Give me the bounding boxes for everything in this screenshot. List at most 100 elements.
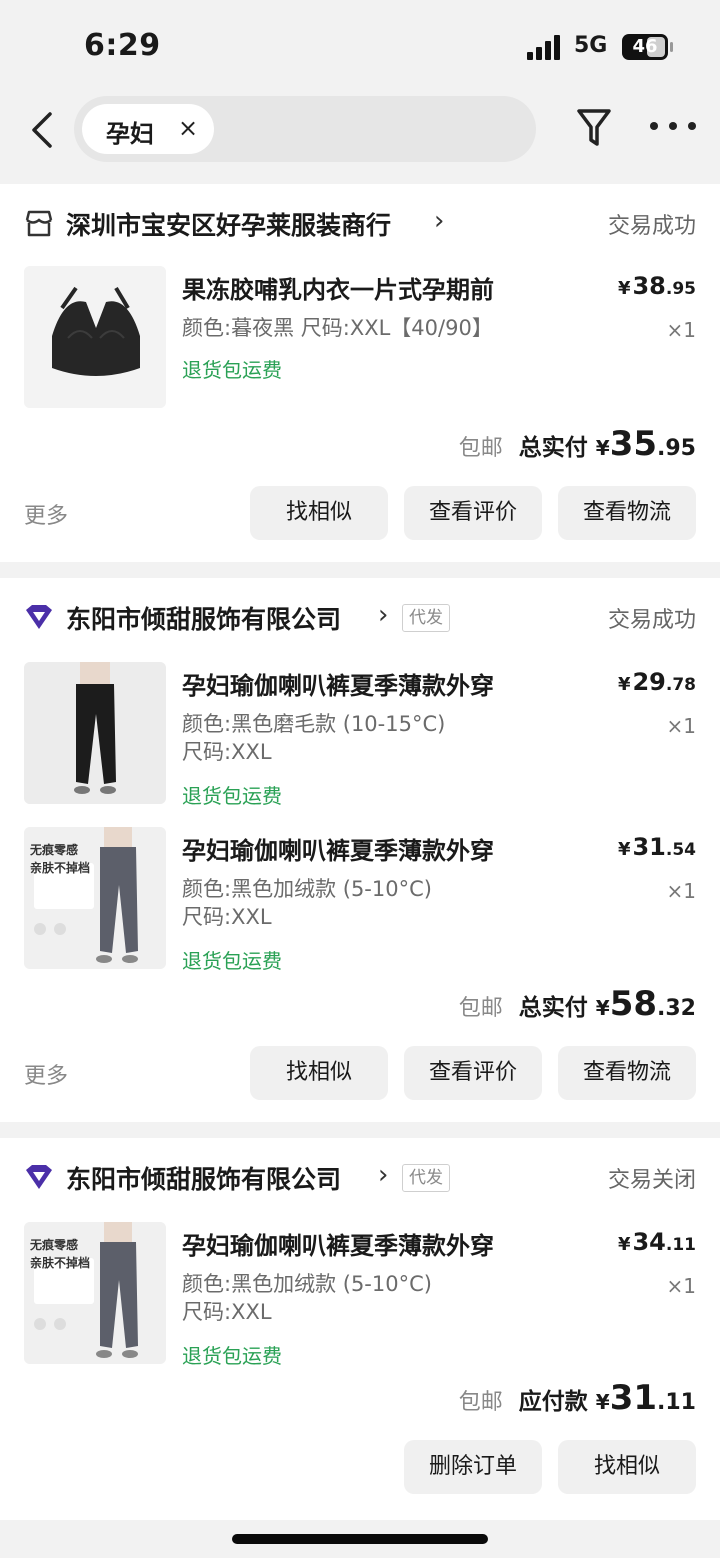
- item-quantity: ×1: [666, 879, 696, 903]
- order-total: 包邮 总实付 ¥35.95: [459, 424, 696, 464]
- chevron-right-icon: ›: [378, 1160, 389, 1190]
- view-review-button[interactable]: 查看评价: [404, 1046, 542, 1100]
- total-label: 总实付: [518, 995, 588, 1021]
- product-spec: 颜色:黑色磨毛款 (10-15°C): [182, 712, 446, 736]
- more-actions-link[interactable]: 更多: [24, 1058, 68, 1090]
- total-currency: ¥: [595, 996, 610, 1020]
- item-price: ¥34.11: [617, 1228, 696, 1256]
- view-logistics-button[interactable]: 查看物流: [558, 486, 696, 540]
- free-shipping-label: 包邮: [458, 1390, 503, 1415]
- find-similar-button[interactable]: 找相似: [558, 1440, 696, 1494]
- product-spec: 颜色:暮夜黑 尺码:XXL【40/90】: [182, 316, 493, 340]
- total-decimal: .11: [657, 1390, 696, 1415]
- find-similar-button[interactable]: 找相似: [250, 486, 388, 540]
- refund-shipping-tag: 退货包运费: [182, 949, 282, 973]
- refund-shipping-tag: 退货包运费: [182, 784, 282, 808]
- back-arrow-icon[interactable]: [28, 110, 58, 150]
- order-card: 深圳市宝安区好孕莱服装商行 › 交易成功 果冻胶哺乳内衣一片式孕期前 颜色:暮夜…: [0, 184, 720, 562]
- filter-icon[interactable]: [576, 106, 612, 150]
- find-similar-button[interactable]: 找相似: [250, 1046, 388, 1100]
- product-image-black-pants: [24, 662, 166, 804]
- battery-tip: [670, 42, 673, 52]
- item-price: ¥31.54: [617, 833, 696, 861]
- view-review-button[interactable]: 查看评价: [404, 486, 542, 540]
- total-currency: ¥: [595, 1390, 610, 1414]
- shop-header[interactable]: 深圳市宝安区好孕莱服装商行 › 交易成功: [0, 184, 720, 264]
- search-keyword-chip[interactable]: 孕妇 ×: [82, 104, 214, 154]
- free-shipping-label: 包邮: [458, 996, 503, 1021]
- product-spec: 颜色:黑色加绒款 (5-10°C): [182, 1272, 432, 1296]
- shop-header[interactable]: 东阳市倾甜服饰有限公司 › 代发 交易关闭: [0, 1138, 720, 1218]
- search-input[interactable]: 孕妇 ×: [74, 96, 536, 162]
- product-image-bra: [24, 266, 166, 408]
- more-options-icon[interactable]: [650, 122, 696, 132]
- item-price: ¥38.95: [617, 272, 696, 300]
- item-quantity: ×1: [666, 318, 696, 342]
- tmall-diamond-icon: [26, 1165, 52, 1189]
- chevron-right-icon: ›: [434, 206, 445, 236]
- product-size: 尺码:XXL: [182, 740, 272, 764]
- item-quantity: ×1: [666, 714, 696, 738]
- search-header: 孕妇 ×: [0, 92, 720, 184]
- refund-shipping-tag: 退货包运费: [182, 1344, 282, 1368]
- product-title: 孕妇瑜伽喇叭裤夏季薄款外穿: [182, 1232, 494, 1260]
- shop-name: 东阳市倾甜服饰有限公司: [66, 605, 342, 634]
- total-currency: ¥: [595, 436, 610, 460]
- product-title: 果冻胶哺乳内衣一片式孕期前: [182, 276, 494, 304]
- free-shipping-label: 包邮: [458, 436, 503, 461]
- store-icon: [25, 210, 53, 237]
- more-actions-link[interactable]: 更多: [24, 498, 68, 530]
- view-logistics-button[interactable]: 查看物流: [558, 1046, 696, 1100]
- order-item[interactable]: 果冻胶哺乳内衣一片式孕期前 颜色:暮夜黑 尺码:XXL【40/90】 退货包运费…: [0, 266, 720, 416]
- clear-keyword-icon[interactable]: ×: [178, 114, 198, 142]
- shop-name: 东阳市倾甜服饰有限公司: [66, 1165, 342, 1194]
- thumb-caption-2: 亲肤不掉档: [30, 1256, 91, 1270]
- home-indicator[interactable]: [232, 1534, 488, 1544]
- shop-header[interactable]: 东阳市倾甜服饰有限公司 › 代发 交易成功: [0, 578, 720, 658]
- product-size: 尺码:XXL: [182, 905, 272, 929]
- shop-name: 深圳市宝安区好孕莱服装商行: [66, 211, 392, 240]
- total-integer: 31: [609, 1378, 658, 1418]
- refund-shipping-tag: 退货包运费: [182, 358, 282, 382]
- dropship-badge: 代发: [402, 604, 450, 632]
- total-label: 总实付: [518, 435, 588, 461]
- status-time: 6:29: [84, 28, 161, 63]
- product-image-grey-pants: 无痕零感 亲肤不掉档: [24, 827, 166, 969]
- thumb-caption-1: 无痕零感: [30, 843, 79, 857]
- product-spec: 颜色:黑色加绒款 (5-10°C): [182, 877, 432, 901]
- thumb-caption-2: 亲肤不掉档: [30, 861, 91, 875]
- search-keyword-label: 孕妇: [106, 120, 154, 148]
- tmall-diamond-icon: [26, 605, 52, 629]
- delete-order-button[interactable]: 删除订单: [404, 1440, 542, 1494]
- order-status: 交易成功: [607, 608, 696, 633]
- product-title: 孕妇瑜伽喇叭裤夏季薄款外穿: [182, 672, 494, 700]
- item-price: ¥29.78: [617, 668, 696, 696]
- battery-icon: 46: [622, 34, 668, 60]
- thumb-caption-1: 无痕零感: [30, 1238, 79, 1252]
- product-size: 尺码:XXL: [182, 1300, 272, 1324]
- order-status: 交易关闭: [607, 1168, 696, 1193]
- cellular-signal-icon: [527, 34, 563, 60]
- order-total: 包邮 总实付 ¥58.32: [459, 984, 696, 1024]
- order-card: 东阳市倾甜服饰有限公司 › 代发 交易关闭 无痕零感 亲肤不掉档 孕妇瑜伽喇叭裤…: [0, 1138, 720, 1520]
- chevron-right-icon: ›: [378, 600, 389, 630]
- dropship-badge: 代发: [402, 1164, 450, 1192]
- total-decimal: .95: [657, 436, 696, 461]
- order-item[interactable]: 孕妇瑜伽喇叭裤夏季薄款外穿 颜色:黑色磨毛款 (10-15°C) 尺码:XXL …: [0, 662, 720, 812]
- amount-due-label: 应付款: [518, 1389, 588, 1415]
- total-integer: 58: [609, 984, 658, 1024]
- order-status: 交易成功: [607, 214, 696, 239]
- network-type: 5G: [574, 33, 608, 58]
- total-integer: 35: [609, 424, 658, 464]
- item-quantity: ×1: [666, 1274, 696, 1298]
- battery-level: 46: [632, 36, 658, 57]
- order-card: 东阳市倾甜服饰有限公司 › 代发 交易成功 孕妇瑜伽喇叭裤夏季薄款外穿 颜色:黑…: [0, 578, 720, 1122]
- total-decimal: .32: [657, 996, 696, 1021]
- status-bar: 6:29 5G 46: [0, 0, 720, 92]
- product-image-grey-pants: 无痕零感 亲肤不掉档: [24, 1222, 166, 1364]
- order-item[interactable]: 无痕零感 亲肤不掉档 孕妇瑜伽喇叭裤夏季薄款外穿 颜色:黑色加绒款 (5-10°…: [0, 1222, 720, 1372]
- order-item[interactable]: 无痕零感 亲肤不掉档 孕妇瑜伽喇叭裤夏季薄款外穿 颜色:黑色加绒款 (5-10°…: [0, 827, 720, 977]
- order-list-screen: 6:29 5G 46 孕妇 × 深圳市宝安区好孕莱服装商行 › 交易成功 果冻胶…: [0, 0, 720, 1558]
- order-total: 包邮 应付款 ¥31.11: [459, 1378, 696, 1418]
- product-title: 孕妇瑜伽喇叭裤夏季薄款外穿: [182, 837, 494, 865]
